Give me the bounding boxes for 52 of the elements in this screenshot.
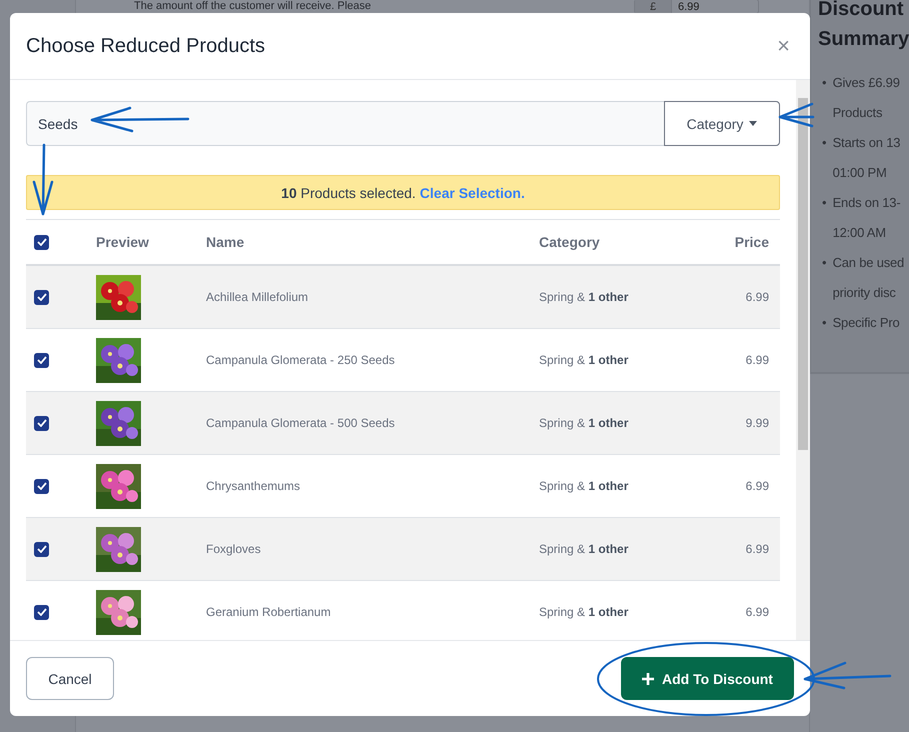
product-name: Campanula Glomerata - 250 Seeds (205, 353, 396, 367)
product-price: 6.99 (744, 290, 770, 304)
product-name: Chrysanthemums (205, 479, 302, 493)
summary-title: Discount Summary (818, 0, 909, 52)
product-category: Spring & 1 other (538, 542, 630, 556)
bullet-mark: • (822, 134, 827, 152)
column-header: Name (205, 234, 246, 250)
product-category: Spring & 1 other (538, 479, 630, 493)
column-header: Preview (95, 234, 150, 250)
search-field[interactable]: Seeds (26, 101, 664, 146)
summary-item: Specific Pro (832, 314, 900, 332)
scrollbar[interactable] (796, 80, 810, 640)
product-price: 6.99 (744, 479, 770, 493)
product-price: 6.99 (744, 605, 770, 619)
category-dropdown[interactable]: Category (664, 101, 780, 146)
bullet-mark: • (822, 194, 827, 212)
row-checkbox[interactable] (34, 290, 49, 304)
alert-text: 10 Products selected. (281, 184, 416, 200)
product-price: 6.99 (744, 542, 770, 556)
row-checkbox[interactable] (34, 352, 49, 368)
bullet-mark: • (822, 254, 827, 272)
bullet-mark: • (822, 74, 827, 92)
row-checkbox[interactable] (34, 478, 49, 494)
product-category: Spring & 1 other (538, 290, 630, 304)
annotation-arrow (778, 102, 814, 128)
product-name: Geranium Robertianum (205, 605, 332, 619)
product-name: Achillea Millefolium (205, 290, 310, 304)
product-category: Spring & 1 other (538, 416, 630, 430)
product-category: Spring & 1 other (538, 605, 630, 619)
row-checkbox[interactable] (34, 416, 49, 430)
column-header: Price (734, 234, 770, 250)
product-name: Campanula Glomerata - 500 Seeds (205, 416, 396, 430)
row-checkbox[interactable] (34, 604, 49, 620)
product-category: Spring & 1 other (538, 353, 630, 367)
summary-item: Gives £6.99 Products (832, 74, 900, 122)
summary-item: Can be used priority disc (832, 254, 904, 302)
summary-item: Ends on 13- 12:00 AM (832, 194, 900, 242)
add-to-discount-button[interactable]: Add To Discount (621, 657, 794, 700)
instruction-text: The amount off the customer will receive. Please (134, 0, 372, 12)
product-price: 6.99 (744, 353, 770, 367)
summary-item: Starts on 13 01:00 PM (832, 134, 900, 182)
column-header: Category (538, 234, 601, 250)
row-checkbox[interactable] (34, 542, 49, 556)
product-price: 9.99 (744, 416, 770, 430)
plus-icon (642, 672, 654, 684)
bullet-mark: • (822, 314, 827, 332)
caret-icon (749, 121, 758, 126)
annotation-arrow (32, 144, 54, 216)
product-name: Foxgloves (205, 542, 262, 556)
dialog-title: Choose Reduced Products (26, 34, 266, 58)
select-all-checkbox[interactable] (34, 234, 49, 250)
cancel-button[interactable]: Cancel (26, 657, 114, 700)
